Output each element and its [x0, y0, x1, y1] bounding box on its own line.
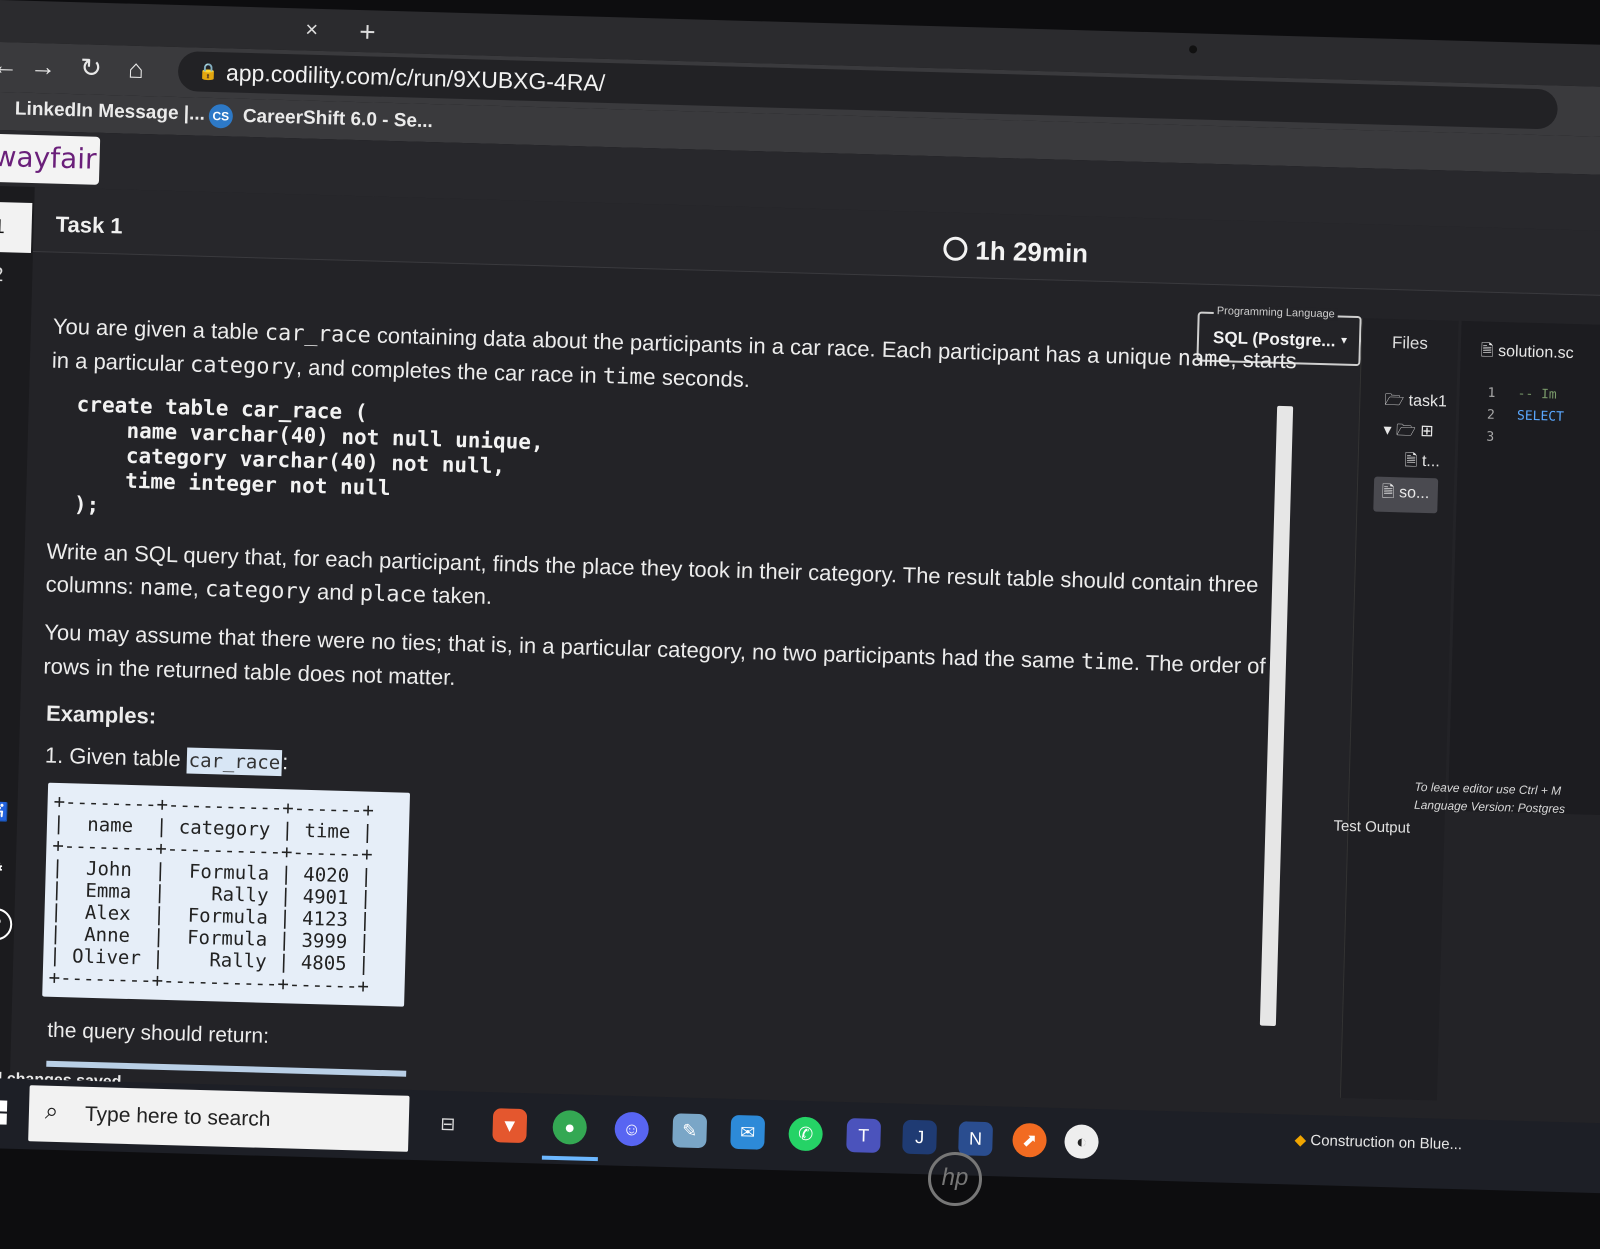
files-panel: Files 🗁 task1 ▾ 🗁 ⊞ 🗎 t... 🗎 so...	[1339, 318, 1459, 1101]
tree-file-t[interactable]: 🗎 t...	[1404, 449, 1440, 477]
careershift-icon: CS	[208, 103, 234, 129]
teams-icon[interactable]: T	[846, 1118, 882, 1154]
line-number: 2	[1486, 407, 1496, 423]
brave-icon[interactable]: ▼	[492, 1108, 528, 1144]
help-icon[interactable]: ?	[0, 907, 13, 941]
search-icon: ⌕	[44, 1097, 59, 1126]
task-title: Task 1	[55, 211, 123, 239]
home-icon[interactable]: ⌂	[128, 54, 145, 85]
example-table: +--------+----------+------+ | name | ca…	[42, 782, 411, 1007]
lock-icon: 🔒	[197, 63, 219, 82]
timer-value: 1h 29min	[974, 235, 1089, 269]
p2-code-place: place	[359, 581, 427, 609]
mail-icon[interactable]: ✉	[730, 1114, 766, 1150]
clock-icon	[943, 236, 968, 262]
given-table-name: car_race	[186, 747, 283, 777]
p1-code-name: name	[1177, 346, 1231, 373]
line-number: 1	[1487, 385, 1496, 401]
files-header: Files	[1391, 333, 1429, 353]
tray-app-icon[interactable]: ◐	[1064, 1124, 1100, 1160]
reload-icon[interactable]: ↻	[80, 52, 103, 84]
task-description: You are given a table car_race containin…	[32, 310, 1303, 1102]
p3-code-time: time	[1080, 649, 1135, 676]
language-selector-label: Programming Language	[1213, 305, 1338, 321]
windows-start-icon[interactable]	[0, 1100, 8, 1125]
folder-actions-icon[interactable]: ▾ 🗁 ⊞	[1383, 419, 1434, 447]
settings-gear-icon[interactable]: ⚙	[0, 854, 10, 883]
task-nav-1[interactable]: 1	[0, 201, 33, 253]
notification-text: Construction on Blue...	[1310, 1132, 1463, 1154]
code-editor[interactable]: 🗎 solution.sc 1 2 3 -- Im SELECT	[1447, 320, 1600, 816]
p2-code-name: name	[139, 575, 194, 602]
exit-icon[interactable]: ⇥	[0, 960, 7, 989]
task-nav-2[interactable]: 2	[0, 264, 4, 287]
code-line-2: SELECT	[1516, 408, 1565, 425]
camera-dot	[1188, 45, 1198, 54]
tree-folder-task1-label: task1	[1408, 392, 1448, 411]
timer: 1h 29min	[943, 234, 1089, 269]
tree-file-solution-label: so...	[1398, 484, 1430, 503]
weather-notification[interactable]: ◆ Construction on Blue...	[1294, 1131, 1462, 1154]
caret-down-icon: ▼	[1338, 335, 1350, 347]
p2-text-d: taken.	[425, 582, 493, 609]
forward-icon[interactable]: →	[30, 51, 57, 83]
p2-code-category: category	[204, 576, 312, 605]
line-number: 3	[1486, 429, 1495, 445]
taskbar-search-placeholder: Type here to search	[84, 1102, 271, 1131]
code-line-1: -- Im	[1517, 386, 1557, 403]
bookmark-careershift[interactable]: CS CareerShift 6.0 - Se...	[208, 103, 434, 134]
hp-logo: hp	[928, 1152, 982, 1206]
notes-icon[interactable]: ✎	[672, 1113, 708, 1149]
new-tab-icon[interactable]: +	[359, 16, 376, 48]
close-tab-icon[interactable]: ×	[305, 17, 319, 43]
tree-folder-task1[interactable]: 🗁 task1	[1384, 389, 1447, 418]
url-text[interactable]: app.codility.com/c/run/9XUBXG-4RA/	[226, 59, 606, 97]
tree-file-solution[interactable]: 🗎 so...	[1373, 476, 1438, 514]
whatsapp-icon[interactable]: ✆	[788, 1116, 824, 1152]
back-icon[interactable]: ←	[0, 50, 19, 82]
taskbar-search[interactable]: ⌕ Type here to search	[28, 1085, 410, 1152]
editor-tab-solution[interactable]: 🗎 solution.sc	[1480, 339, 1574, 369]
p1-code-category: category	[189, 352, 297, 381]
given-colon: :	[281, 749, 289, 775]
bookmark-careershift-label: CareerShift 6.0 - Se...	[242, 105, 434, 133]
tree-file-t-label: t...	[1421, 452, 1440, 471]
p1-text-a: You are given a table	[52, 313, 266, 345]
p2-text-c: and	[310, 578, 361, 606]
chrome-active-indicator	[541, 1155, 598, 1162]
app-icon[interactable]: N	[958, 1121, 994, 1157]
wayfair-logo: wayfair	[0, 133, 101, 185]
p1-text-e: seconds.	[655, 364, 751, 393]
p1-code-table: car_race	[264, 320, 372, 349]
chrome-icon[interactable]: ●	[552, 1109, 588, 1145]
warning-icon: ◆	[1294, 1131, 1307, 1149]
accessibility-icon[interactable]: ♿	[0, 798, 12, 827]
postman-icon[interactable]: ⬈	[1012, 1122, 1048, 1158]
left-rail: 1 2 ♿ ⚙ ? ⇥	[0, 185, 35, 1087]
bookmark-linkedin[interactable]: LinkedIn Message |...	[15, 98, 206, 125]
p1-text-d: , and completes the car race in	[295, 354, 604, 388]
discord-icon[interactable]: ☺	[614, 1111, 650, 1147]
screen: × + ← → ↻ ⌂ 🔒 app.codility.com/c/run/9XU…	[0, 0, 1600, 1248]
create-table-code: create table car_race ( name varchar(40)…	[73, 392, 544, 517]
codility-page: wayfair 1 2 ♿ ⚙ ? ⇥ Task 1 1h 29min Prog…	[0, 129, 1600, 1126]
jetbrains-icon[interactable]: J	[902, 1119, 938, 1155]
given-label: 1. Given table	[44, 742, 188, 772]
test-output-tab[interactable]: Test Output	[1333, 818, 1410, 837]
p1-code-time: time	[602, 363, 657, 391]
editor-tab-label: solution.sc	[1497, 342, 1574, 363]
task-view-icon[interactable]: ⊟	[430, 1106, 465, 1141]
